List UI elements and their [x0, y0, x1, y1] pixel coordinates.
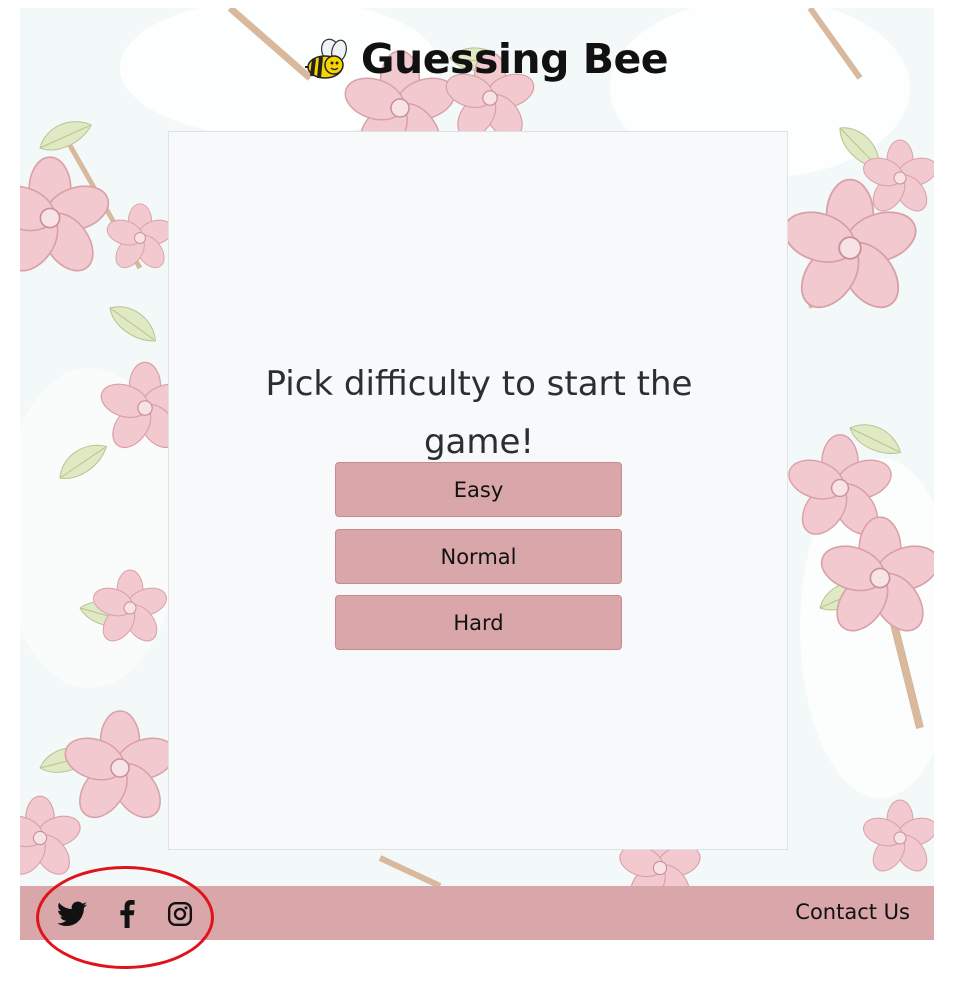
bee-icon [301, 37, 351, 81]
footer: Contact Us [20, 886, 934, 940]
contact-us-link[interactable]: Contact Us [795, 900, 910, 924]
difficulty-prompt: Pick difficulty to start the game! [265, 364, 693, 463]
hard-button[interactable]: Hard [335, 595, 622, 650]
site-header: Guessing Bee [0, 28, 969, 90]
game-card: Pick difficulty to start the game! Easy … [168, 131, 788, 850]
instagram-icon[interactable] [165, 900, 195, 928]
twitter-icon[interactable] [57, 900, 87, 928]
facebook-icon[interactable] [112, 900, 142, 928]
normal-button[interactable]: Normal [335, 529, 622, 584]
site-title: Guessing Bee [360, 35, 669, 83]
easy-button[interactable]: Easy [335, 462, 622, 517]
